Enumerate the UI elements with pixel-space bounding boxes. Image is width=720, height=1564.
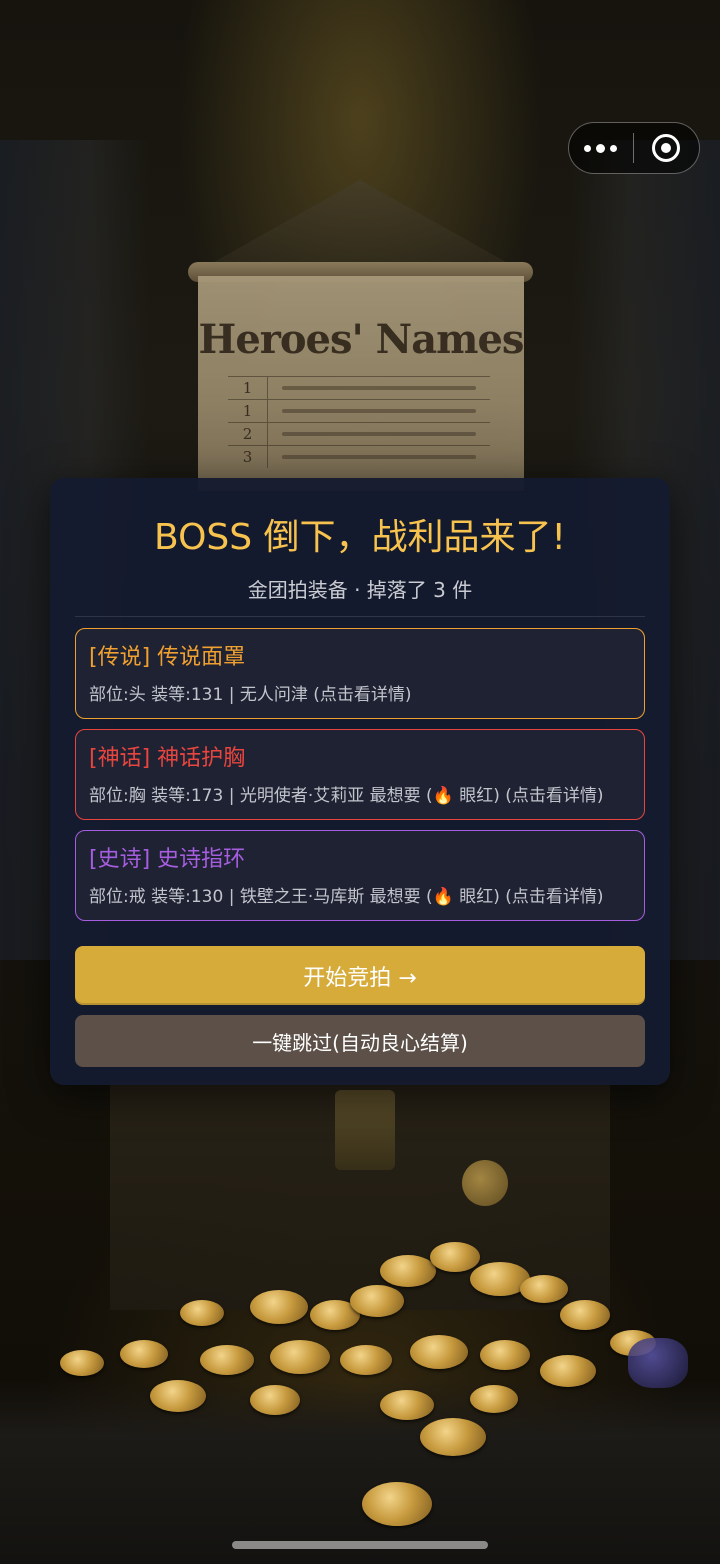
scroll-row: 1 bbox=[228, 399, 490, 422]
loot-item-meta: 部位:戒 装等:130 | 铁壁之王·马库斯 最想要 (🔥 眼红) (点击看详情… bbox=[89, 887, 604, 907]
stone-floor bbox=[0, 1380, 720, 1564]
heroes-scroll: Heroes' Names 1 1 2 3 bbox=[198, 276, 524, 491]
scroll-table: 1 1 2 3 bbox=[228, 376, 490, 468]
gold-coin bbox=[200, 1345, 254, 1375]
more-button[interactable] bbox=[569, 123, 633, 173]
loot-item-name: [神话] 神话护胸 bbox=[89, 746, 246, 771]
scroll-row-number: 3 bbox=[228, 446, 268, 468]
gold-coin bbox=[120, 1340, 168, 1368]
gold-coin bbox=[340, 1345, 392, 1375]
home-indicator bbox=[232, 1541, 488, 1549]
scroll-row-number: 1 bbox=[228, 400, 268, 422]
gold-coin bbox=[430, 1242, 480, 1272]
chest-lock bbox=[335, 1090, 395, 1170]
scroll-row: 3 bbox=[228, 445, 490, 468]
target-circle-icon bbox=[652, 134, 681, 162]
gold-coin bbox=[380, 1390, 434, 1420]
gate-roof bbox=[200, 180, 520, 270]
loot-item-card[interactable]: [史诗] 史诗指环 部位:戒 装等:130 | 铁壁之王·马库斯 最想要 (🔥 … bbox=[75, 830, 645, 921]
loot-item-name: [史诗] 史诗指环 bbox=[89, 847, 246, 872]
more-dots-icon bbox=[584, 144, 592, 152]
scroll-title: Heroes' Names bbox=[198, 316, 525, 363]
fire-icon: 🔥 bbox=[432, 887, 454, 907]
loot-modal: BOSS 倒下，战利品来了! 金团拍装备 · 掉落了 3 件 [传说] 传说面罩… bbox=[50, 478, 670, 1085]
scroll-handwriting bbox=[282, 386, 476, 390]
loot-item-meta: 部位:头 装等:131 | 无人问津 (点击看详情) bbox=[89, 685, 412, 705]
gold-coin bbox=[410, 1335, 468, 1369]
close-button[interactable] bbox=[634, 123, 700, 173]
purple-gem bbox=[628, 1338, 688, 1388]
gold-coin bbox=[150, 1380, 206, 1412]
gold-coin bbox=[350, 1285, 404, 1317]
gold-coin bbox=[470, 1385, 518, 1413]
gold-coin bbox=[380, 1255, 436, 1287]
scroll-row: 1 bbox=[228, 376, 490, 399]
loot-item-card[interactable]: [传说] 传说面罩 部位:头 装等:131 | 无人问津 (点击看详情) bbox=[75, 628, 645, 719]
fire-icon: 🔥 bbox=[432, 786, 454, 806]
loot-item-meta: 部位:胸 装等:173 | 光明使者·艾莉亚 最想要 (🔥 眼红) (点击看详情… bbox=[89, 786, 604, 806]
scroll-handwriting bbox=[282, 455, 476, 459]
scroll-row: 2 bbox=[228, 422, 490, 445]
gold-coin bbox=[420, 1418, 486, 1456]
divider bbox=[75, 616, 645, 617]
scroll-row-number: 2 bbox=[228, 423, 268, 445]
gold-coin bbox=[362, 1482, 432, 1526]
gold-coin bbox=[480, 1340, 530, 1370]
gold-coin bbox=[560, 1300, 610, 1330]
gold-coin bbox=[520, 1275, 568, 1303]
start-auction-button[interactable]: 开始竞拍 → bbox=[75, 946, 645, 1005]
mini-program-capsule bbox=[568, 122, 700, 174]
modal-subtitle: 金团拍装备 · 掉落了 3 件 bbox=[247, 578, 473, 602]
chest-coin bbox=[462, 1160, 508, 1206]
scroll-row-number: 1 bbox=[228, 377, 268, 399]
modal-title: BOSS 倒下，战利品来了! bbox=[154, 517, 566, 558]
gold-coin bbox=[540, 1355, 596, 1387]
gold-coin bbox=[250, 1385, 300, 1415]
scroll-handwriting bbox=[282, 432, 476, 436]
loot-item-card[interactable]: [神话] 神话护胸 部位:胸 装等:173 | 光明使者·艾莉亚 最想要 (🔥 … bbox=[75, 729, 645, 820]
gold-coin bbox=[60, 1350, 104, 1376]
loot-item-name: [传说] 传说面罩 bbox=[89, 645, 246, 670]
skip-button[interactable]: 一键跳过(自动良心结算) bbox=[75, 1015, 645, 1067]
scroll-handwriting bbox=[282, 409, 476, 413]
gold-coin bbox=[250, 1290, 308, 1324]
gold-coin bbox=[180, 1300, 224, 1326]
gold-coin bbox=[270, 1340, 330, 1374]
